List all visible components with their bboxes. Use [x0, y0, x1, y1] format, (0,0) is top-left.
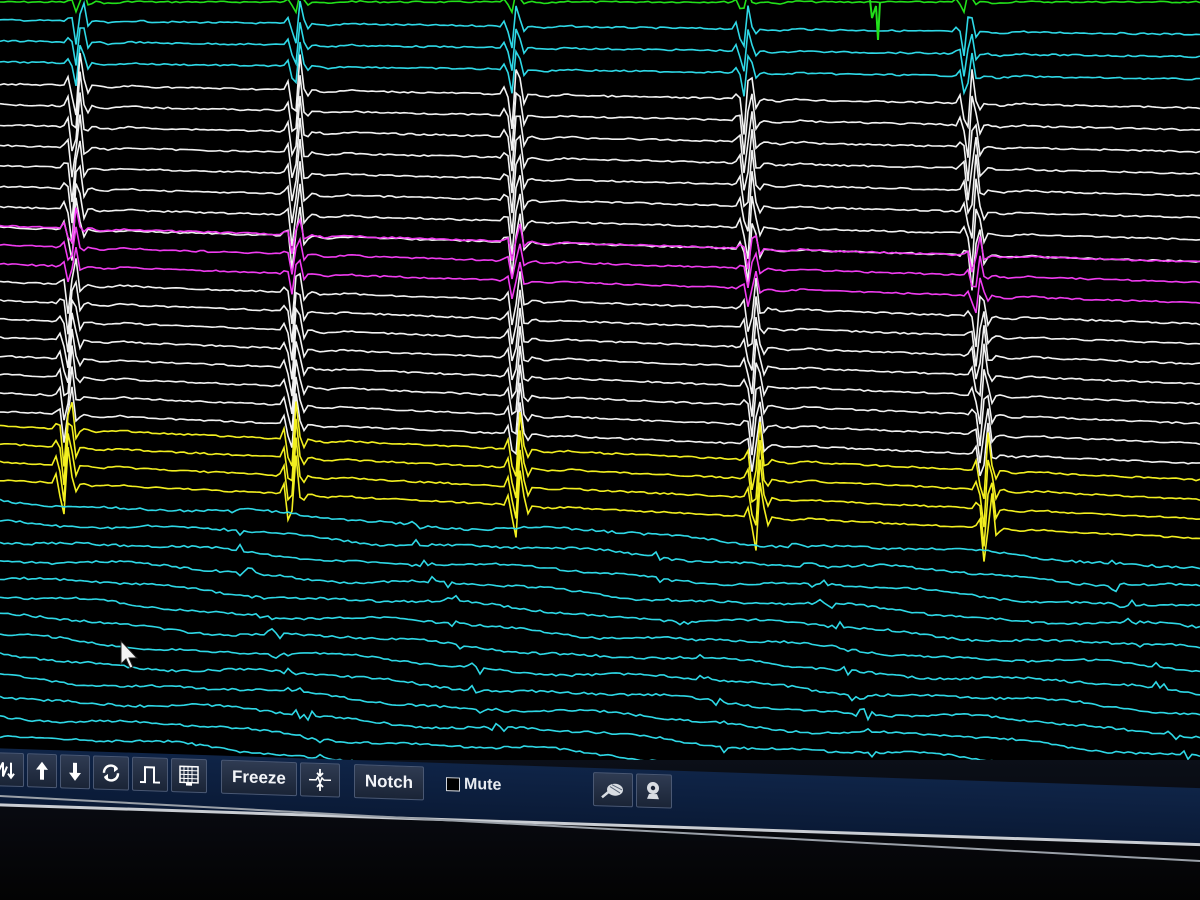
signal-trace [0, 297, 1200, 380]
signal-trace [0, 279, 1200, 367]
refresh-button[interactable] [93, 755, 129, 791]
signal-trace [0, 652, 1200, 741]
compress-traces-button[interactable] [299, 762, 340, 798]
signal-trace [0, 541, 1200, 609]
mute-toggle[interactable]: Mute [438, 767, 501, 803]
signal-trace [0, 71, 1200, 158]
signal-trace [0, 22, 1200, 77]
signal-trace [0, 328, 1200, 425]
arrow-down-icon [69, 762, 81, 781]
signal-trace [0, 183, 1200, 268]
catheter-icon [601, 783, 624, 799]
signal-trace [0, 596, 1200, 673]
mouse-pointer-icon [120, 640, 139, 669]
pulse-button[interactable] [132, 756, 168, 792]
signal-trace-area [0, 0, 1200, 830]
waveform-arrows-icon [0, 761, 15, 780]
signal-trace [0, 161, 1200, 239]
signal-trace [0, 633, 1200, 716]
signal-trace [0, 433, 1200, 547]
mute-label: Mute [464, 775, 502, 794]
scroll-down-button[interactable] [60, 754, 90, 790]
signal-trace [0, 612, 1200, 696]
signal-trace [0, 576, 1200, 649]
refresh-icon [102, 764, 120, 782]
scroll-up-button[interactable] [27, 753, 57, 789]
signal-trace [0, 0, 1200, 15]
settings-button[interactable] [636, 773, 673, 809]
signal-trace [0, 0, 1200, 57]
signal-trace [0, 673, 1200, 761]
signal-trace [0, 258, 1200, 348]
settings-icon [647, 782, 660, 800]
compress-traces-icon [308, 768, 331, 791]
catheter-button[interactable] [593, 772, 634, 808]
signal-trace-marker [869, 0, 881, 41]
grid-icon [179, 765, 199, 786]
pulse-icon [140, 766, 160, 784]
signal-trace [0, 559, 1200, 629]
signal-trace [0, 114, 1200, 201]
notch-button[interactable]: Notch [353, 764, 425, 801]
signal-trace [0, 401, 1200, 500]
mute-checkbox[interactable] [446, 777, 461, 792]
freeze-button[interactable]: Freeze [221, 759, 297, 797]
grid-button[interactable] [171, 758, 207, 794]
waveform-arrows-button[interactable] [0, 752, 24, 788]
signal-trace [0, 446, 1200, 562]
arrow-up-icon [36, 761, 48, 780]
signal-trace [0, 92, 1200, 182]
